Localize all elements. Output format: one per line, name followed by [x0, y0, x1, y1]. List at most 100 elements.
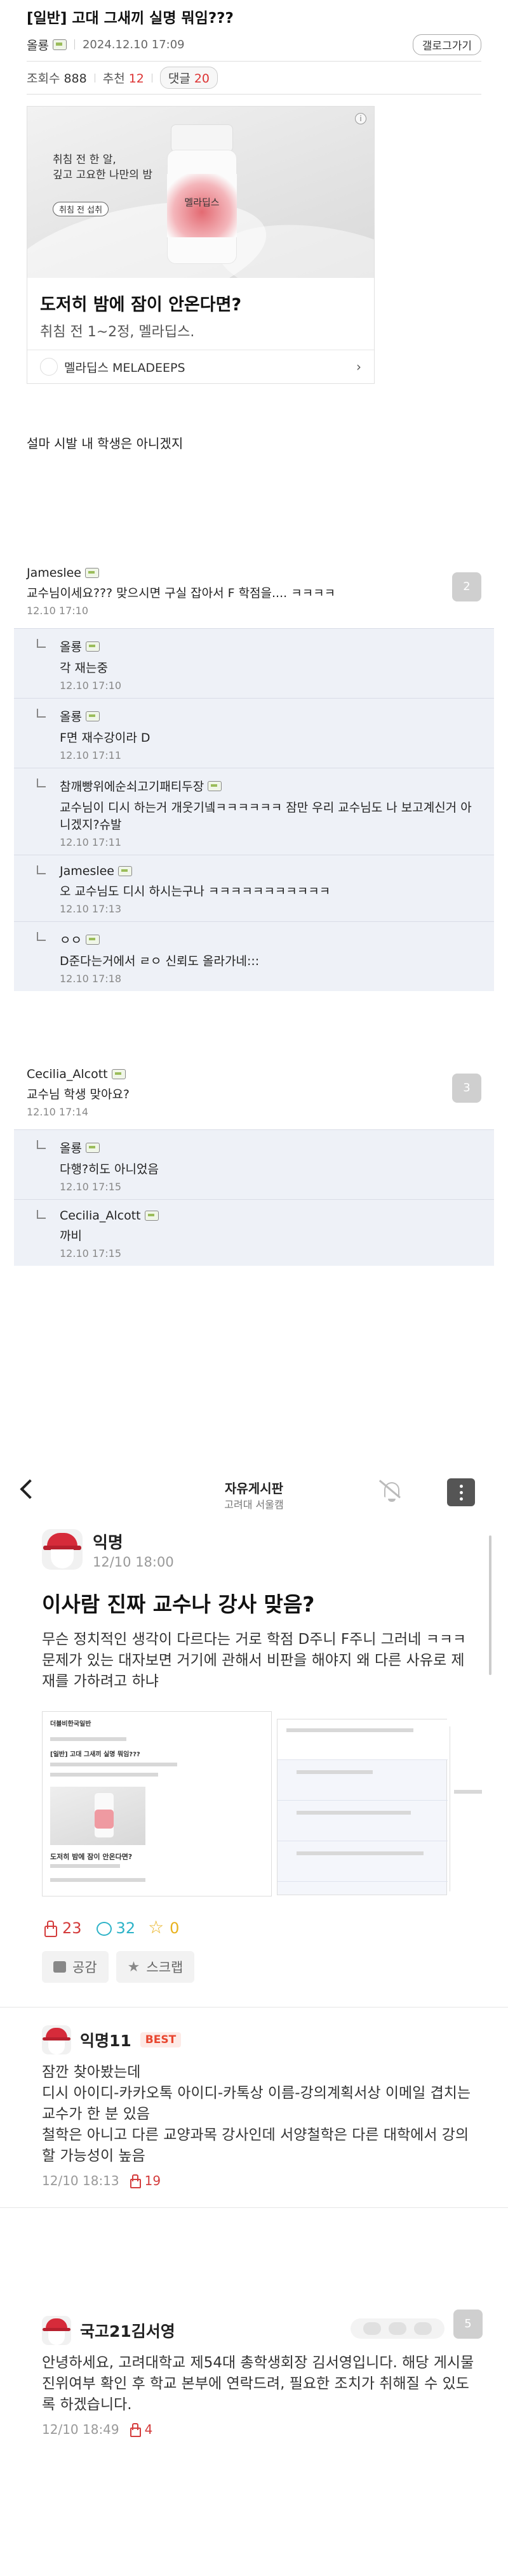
like-icon [128, 2423, 141, 2437]
like-icon [128, 2174, 141, 2188]
board-subtitle: 고려대 서울캠 [224, 1499, 284, 1511]
best-badge: BEST [140, 2032, 182, 2047]
ad-headline[interactable]: 도저히 밤에 잠이 안온다면? [40, 291, 361, 315]
reply-arrow-icon [37, 1210, 46, 1219]
brand-logo-icon [40, 358, 58, 376]
reply-author-name[interactable]: Cecilia_Alcott [60, 1209, 141, 1223]
notification-off-icon[interactable] [379, 1478, 404, 1502]
reply-author[interactable]: Cecilia_Alcott [60, 1209, 481, 1223]
reply-time: 12.10 17:10 [60, 680, 121, 692]
mini-row [277, 1760, 448, 1801]
post-title: [일반] 고대 그새끼 실명 뭐임??? [27, 10, 234, 27]
post-author[interactable]: 올룡 [27, 36, 49, 53]
reply-author-name[interactable]: 올룡 [60, 638, 82, 655]
app-top-bar: 자유게시판 고려대 서울캠 [0, 1459, 508, 1523]
ad-image-text: 취침 전 한 알, 깊고 고요한 나만의 밤 [53, 152, 152, 183]
user-level-icon [85, 1142, 100, 1153]
views-label: 조회수 [27, 72, 60, 86]
mini-row [277, 1719, 448, 1760]
board-post-author-block: 익명 12/10 18:00 [93, 1530, 174, 1570]
board-comment-author: 국고21김서영 [80, 2322, 175, 2341]
more-tool-icon[interactable] [414, 2322, 432, 2335]
comment-author[interactable]: Jameslee [27, 566, 481, 580]
mini-text-line [454, 1790, 482, 1794]
ad-body[interactable]: 도저히 밤에 잠이 안온다면? 취침 전 1~2정, 멜라딥스. [27, 278, 374, 350]
board-post-author: 익명 [93, 1533, 123, 1553]
reply-time: 12.10 17:13 [60, 903, 121, 915]
mini-text-line [286, 1728, 413, 1732]
board-comment-footer: 12/10 18:49 4 [42, 2422, 508, 2437]
mini-bottle-label [95, 1810, 114, 1829]
chevron-right-icon[interactable]: › [356, 359, 361, 374]
user-level-icon [85, 641, 100, 652]
ad-footer[interactable]: 멜라딥스 MELADEEPS › [27, 350, 374, 383]
reply-author-name[interactable]: 올룡 [60, 707, 82, 725]
reply-author-name[interactable]: ㅇㅇ [60, 931, 82, 948]
comment-author-name[interactable]: Cecilia_Alcott [27, 1067, 108, 1081]
mini-post-title: [일반] 고대 그새끼 실명 뭐임??? [50, 1751, 140, 1758]
attached-images[interactable]: 더블비한국일반 [일반] 고대 그새끼 실명 뭐임??? 도저히 밤에 잠이 안… [42, 1711, 489, 1896]
attached-image[interactable] [450, 1726, 489, 1891]
ad-image-text-line: 깊고 고요한 나만의 밤 [53, 169, 152, 181]
reply-tool-icon[interactable] [363, 2322, 381, 2335]
user-level-icon [144, 1211, 159, 1221]
comment-list: Jameslee 교수님이세요??? 맞으시면 구실 잡아서 F 학점을....… [0, 558, 508, 1266]
ad-card[interactable]: 취침 전 한 알, 깊고 고요한 나만의 밤 취침 전 섭취 멜라딥스 i 도저… [27, 106, 375, 384]
supplement-bottle-icon: 멜라딥스 [167, 124, 237, 264]
scrap-button-label: 스크랩 [146, 1960, 184, 1975]
comment-time: 12.10 17:14 [27, 1106, 88, 1118]
menu-dot [460, 1491, 463, 1494]
comments-chip[interactable]: 댓글 20 [159, 67, 218, 89]
board-comment: 익명11 BEST 잠깐 찾아봤는데 디시 아이디-카카오톡 아이디-카톡상 이름… [0, 2008, 508, 2188]
reply-author[interactable]: Jameslee [60, 864, 481, 878]
avatar-face [51, 1549, 74, 1568]
attached-image[interactable] [277, 1719, 448, 1895]
board-comment-time: 12/10 18:49 [42, 2422, 119, 2437]
mini-text-line [50, 1864, 120, 1868]
like-count: 23 [42, 1919, 82, 1937]
comment-tools[interactable] [351, 2318, 444, 2339]
reply-item: ㅇㅇ D준다는거에서 ㄹㅇ 신뢰도 올라가네::: 12.10 17:18 [14, 921, 494, 991]
ad-info-icon[interactable]: i [355, 113, 366, 124]
gallery-log-button[interactable]: 갤로그가기 [412, 34, 481, 55]
text-line: 철학은 아니고 다른 교양과목 강사인데 서양철학은 다른 대학에서 강의할 가… [42, 2127, 469, 2164]
comment-count-value: 32 [116, 1919, 136, 1937]
bottle-brand: 멜라딥스 [184, 197, 220, 208]
page: [일반] 고대 그새끼 실명 뭐임??? 올룡 2024.12.10 17:09… [0, 0, 508, 2576]
like-tool-icon[interactable] [389, 2322, 406, 2335]
reply-author-name[interactable]: 올룡 [60, 1139, 82, 1156]
comment-author-name[interactable]: Jameslee [27, 566, 81, 580]
post-header: [일반] 고대 그새끼 실명 뭐임??? 올룡 2024.12.10 17:09… [0, 0, 508, 95]
reply-count-badge[interactable]: 2 [452, 572, 481, 601]
reply-author[interactable]: 올룡 [60, 707, 481, 725]
scrap-button[interactable]: ★ 스크랩 [116, 1951, 195, 1983]
board-comment: 국고21김서영 5 안녕하세요, 고려대학교 제54대 총학생회장 김서영입니다… [0, 2310, 508, 2437]
reply-author[interactable]: ㅇㅇ [60, 931, 481, 948]
board-app-screen: 자유게시판 고려대 서울캠 익명 12/10 18:00 이사람 진짜 교수나 … [0, 1459, 508, 2576]
reply-arrow-icon [37, 932, 46, 941]
reply-author-name[interactable]: 참깨빵위에순쇠고기패티두장 [60, 777, 204, 794]
more-menu-icon[interactable] [447, 1478, 475, 1506]
reply-author[interactable]: 참깨빵위에순쇠고기패티두장 [60, 777, 481, 794]
comment-author[interactable]: Cecilia_Alcott [27, 1067, 481, 1081]
reply-author[interactable]: 올룡 [60, 1139, 481, 1156]
reply-count-badge[interactable]: 3 [452, 1074, 481, 1103]
reply-author[interactable]: 올룡 [60, 638, 481, 655]
avatar [42, 1529, 83, 1570]
reply-arrow-icon [37, 865, 46, 874]
mini-ad-headline: 도저히 밤에 잠이 안온다면? [50, 1853, 133, 1861]
reply-author-name[interactable]: Jameslee [60, 864, 114, 878]
menu-dot [460, 1497, 463, 1501]
like-button[interactable]: 공감 [42, 1951, 109, 1983]
reply-item: Jameslee 오 교수님도 디시 하시는구나 ㅋㅋㅋㅋㅋㅋㅋㅋㅋㅋㅋ 12.… [14, 855, 494, 921]
scrollbar[interactable] [489, 1535, 491, 1675]
avatar [42, 2316, 71, 2345]
attached-image[interactable]: 더블비한국일반 [일반] 고대 그새끼 실명 뭐임??? 도저히 밤에 잠이 안… [42, 1711, 272, 1896]
ad-image[interactable]: 취침 전 한 알, 깊고 고요한 나만의 밤 취침 전 섭취 멜라딥스 i [27, 107, 374, 278]
board-post-body: 무슨 정치적인 생각이 다르다는 거로 학점 D주니 F주니 그러네 ㅋㅋㅋ 문제… [42, 1629, 474, 1692]
like-button-label: 공감 [72, 1960, 97, 1975]
avatar-face [48, 2040, 65, 2054]
ad-brand-name: 멜라딥스 MELADEEPS [64, 360, 185, 375]
views-count: 888 [64, 72, 87, 86]
